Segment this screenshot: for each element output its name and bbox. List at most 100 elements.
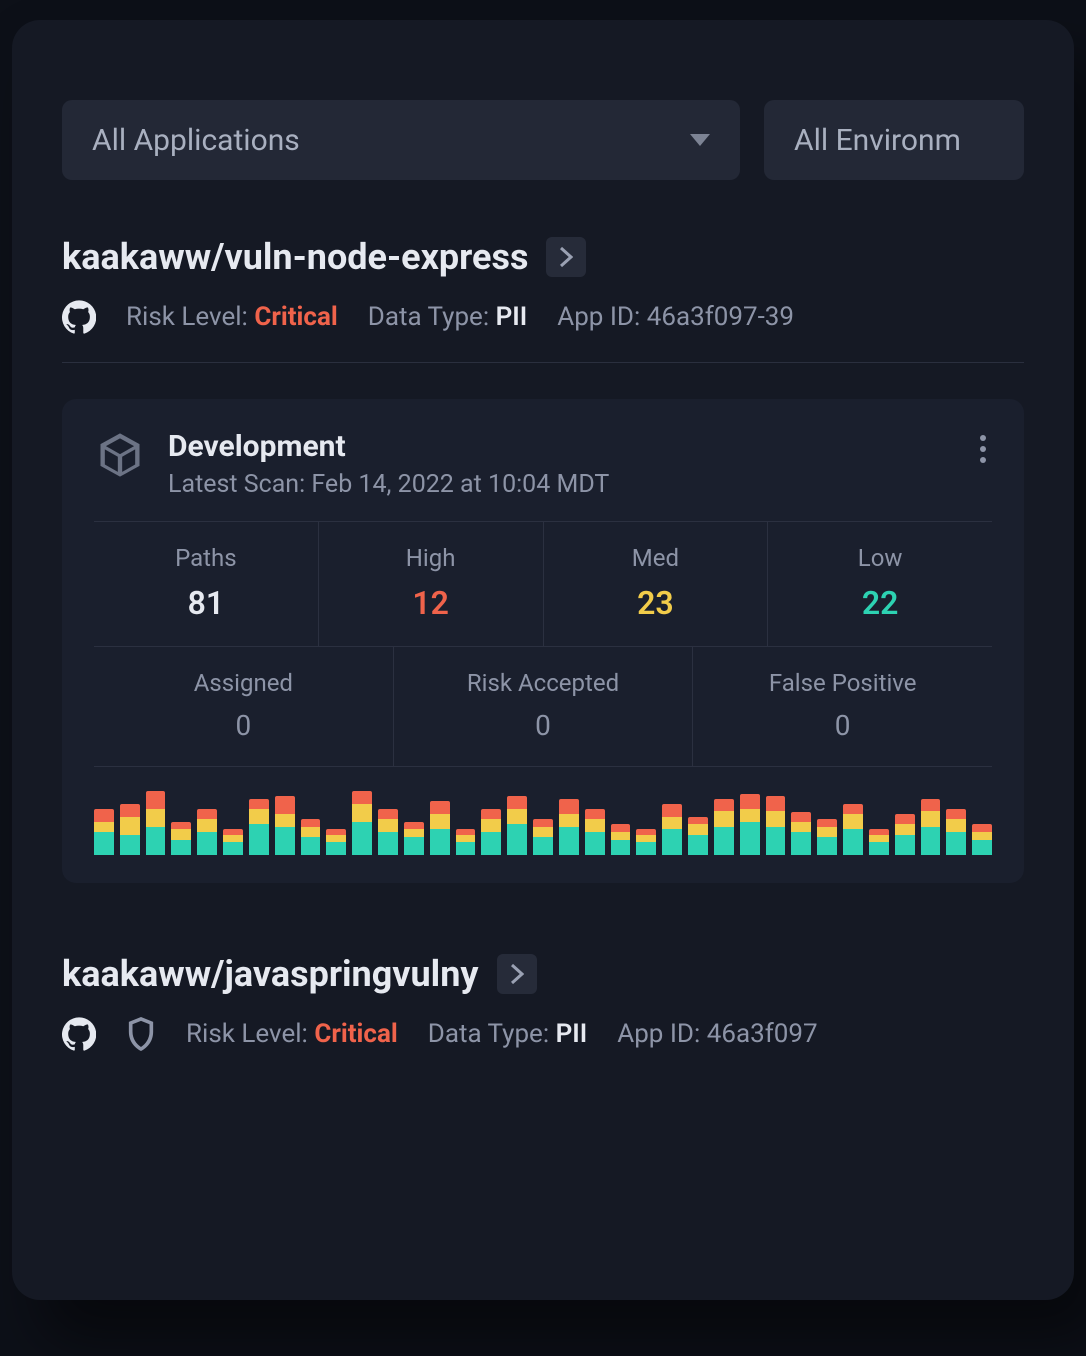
spark-bar [714,799,734,855]
divider [62,362,1024,363]
risk-level-label: Risk Level: [126,302,248,332]
risk-level-value: Critical [314,1019,397,1049]
app-id-value: 46a3f097-39 [647,302,794,332]
chevron-right-icon [510,963,524,985]
stat-paths-label: Paths [100,544,312,572]
environments-select-label: All Environm [794,123,961,158]
data-type-label: Data Type: [368,302,489,332]
spark-bar [843,804,863,855]
data-type: Data Type: PII [368,302,527,332]
applications-select[interactable]: All Applications [62,100,740,180]
spark-bar [972,824,992,855]
dashboard-panel: All Applications All Environm kaakaww/vu… [12,20,1074,1300]
github-icon [62,1017,96,1051]
spark-bar [559,799,579,855]
spark-bar [146,791,166,855]
stat-med: Med 23 [543,522,768,646]
app-id-value: 46a3f097 [707,1019,818,1049]
data-type-label: Data Type: [428,1019,549,1049]
risk-level: Risk Level: Critical [186,1019,398,1049]
spark-bar [326,829,346,855]
primary-stats-row: Paths 81 High 12 Med 23 Low 22 [94,522,992,647]
environments-select[interactable]: All Environm [764,100,1024,180]
spark-bar [120,804,140,855]
environment-menu-button[interactable] [974,429,992,469]
spark-bar [275,796,295,855]
stat-low-label: Low [774,544,986,572]
stat-false-positive-label: False Positive [699,669,986,697]
stat-low: Low 22 [767,522,992,646]
spark-bar [740,794,760,855]
latest-scan-text: Latest Scan: Feb 14, 2022 at 10:04 MDT [168,470,609,499]
applications-select-label: All Applications [92,123,300,158]
spark-bar [94,809,114,855]
spark-bar [791,812,811,856]
app-name: kaakaww/vuln-node-express [62,236,528,278]
app-vuln-node-express: kaakaww/vuln-node-express Risk Level: Cr… [62,236,1024,883]
app-id: App ID: 46a3f097-39 [557,302,794,332]
risk-level: Risk Level: Critical [126,302,338,332]
stat-risk-accepted-value: 0 [400,709,687,742]
data-type: Data Type: PII [428,1019,587,1049]
environment-name: Development [168,429,609,464]
risk-level-value: Critical [254,302,337,332]
stat-false-positive-value: 0 [699,709,986,742]
stat-assigned: Assigned 0 [94,647,393,766]
spark-bar [688,817,708,855]
kebab-dot-icon [980,446,986,452]
chevron-right-icon [559,246,573,268]
stat-risk-accepted-label: Risk Accepted [400,669,687,697]
environment-header: Development Latest Scan: Feb 14, 2022 at… [94,429,992,522]
stat-med-label: Med [550,544,762,572]
stat-high: High 12 [318,522,543,646]
spark-bar [946,809,966,855]
app-id-label: App ID: [557,302,640,332]
spark-bar [869,829,889,855]
stat-paths-value: 81 [100,584,312,622]
spark-bar [895,814,915,855]
open-app-button[interactable] [546,237,586,277]
spark-bar [481,809,501,855]
chevron-down-icon [690,134,710,146]
stat-false-positive: False Positive 0 [692,647,992,766]
stat-assigned-value: 0 [100,709,387,742]
filter-row: All Applications All Environm [62,100,1024,180]
spark-bar [585,809,605,855]
app-id: App ID: 46a3f097 [617,1019,817,1049]
stat-paths: Paths 81 [94,522,318,646]
stat-risk-accepted: Risk Accepted 0 [393,647,693,766]
app-meta-row: Risk Level: Critical Data Type: PII App … [62,300,1024,334]
spark-bar [301,819,321,855]
app-title-row: kaakaww/javaspringvulny [62,953,1024,995]
stat-med-value: 23 [550,584,762,622]
kebab-dot-icon [980,457,986,463]
spark-bar [766,796,786,855]
spark-bar [507,796,527,855]
app-title-row: kaakaww/vuln-node-express [62,236,1024,278]
spark-bar [456,829,476,855]
secondary-stats-row: Assigned 0 Risk Accepted 0 False Positiv… [94,647,992,767]
github-icon [62,300,96,334]
kebab-dot-icon [980,435,986,441]
spark-bar [378,809,398,855]
scan-history-sparkline [94,791,992,855]
spark-bar [921,799,941,855]
spark-bar [171,822,191,855]
spark-bar [611,824,631,855]
environment-title-block: Development Latest Scan: Feb 14, 2022 at… [168,429,609,499]
spark-bar [430,801,450,855]
app-javaspringvulny: kaakaww/javaspringvulny Risk Level: Crit… [62,953,1024,1051]
open-app-button[interactable] [497,954,537,994]
stat-high-label: High [325,544,537,572]
data-type-value: PII [496,302,528,332]
spark-bar [662,804,682,855]
spark-bar [197,809,217,855]
cube-icon [94,429,146,485]
spark-bar [352,791,372,855]
shield-icon [126,1017,156,1051]
stat-assigned-label: Assigned [100,669,387,697]
stat-low-value: 22 [774,584,986,622]
data-type-value: PII [556,1019,588,1049]
environment-card-development: Development Latest Scan: Feb 14, 2022 at… [62,399,1024,883]
app-id-label: App ID: [617,1019,700,1049]
